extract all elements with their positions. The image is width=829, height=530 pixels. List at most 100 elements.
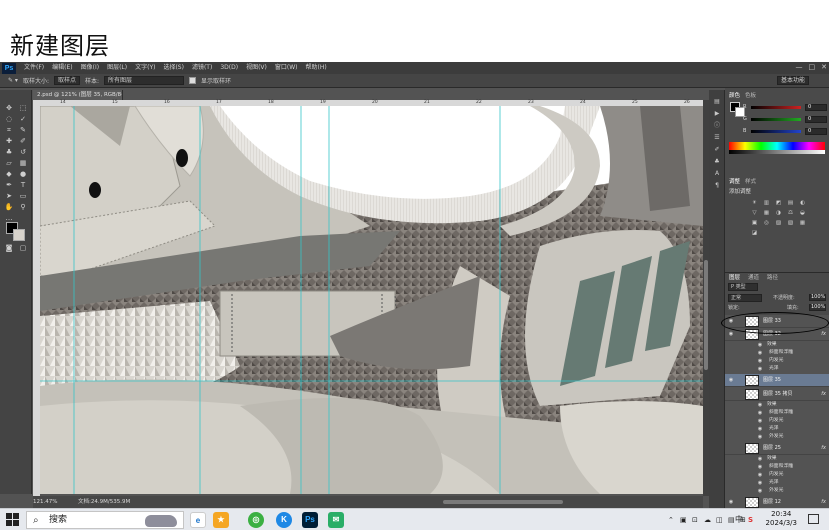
kugou-app-icon[interactable]: K	[276, 512, 292, 528]
canvas-area[interactable]	[40, 106, 703, 494]
slider-green[interactable]: G 0	[743, 116, 827, 123]
black-white-icon[interactable]: ◑	[775, 210, 782, 216]
eye-icon[interactable]: ◉	[757, 410, 763, 416]
blend-mode-select[interactable]: 正常	[728, 294, 762, 302]
menu-layer[interactable]: 图层(L)	[103, 62, 131, 74]
eye-icon[interactable]: ◉	[757, 480, 763, 486]
effect-row[interactable]: ◉ 效果	[725, 341, 829, 349]
menu-select[interactable]: 选择(S)	[159, 62, 188, 74]
history-brush-icon[interactable]: ↺	[17, 148, 29, 157]
wechat-app-icon[interactable]: ✉	[328, 512, 344, 528]
brightness-icon[interactable]: ☀	[751, 200, 758, 206]
eye-icon[interactable]: ◉	[757, 456, 763, 462]
eye-icon[interactable]: ◉	[757, 366, 763, 372]
blur-tool-icon[interactable]: ◆	[3, 170, 15, 179]
slider-blue[interactable]: B 0	[743, 128, 827, 135]
pen-tool-icon[interactable]: ✒	[3, 181, 15, 190]
vibrance-icon[interactable]: ◐	[799, 200, 806, 206]
document-tab[interactable]: 2.psd @ 121% (图层 35, RGB/8#) *	[33, 90, 123, 100]
edge-browser-icon[interactable]: e	[190, 512, 206, 528]
menu-edit[interactable]: 编辑(E)	[48, 62, 76, 74]
slider-green-bar[interactable]	[751, 118, 801, 121]
store-app-icon[interactable]: ★	[213, 512, 229, 528]
slider-red[interactable]: R 0	[743, 104, 827, 111]
slider-red-bar[interactable]	[751, 106, 801, 109]
color-balance-icon[interactable]: ▦	[763, 210, 770, 216]
screen-mode-icon[interactable]: ▢	[17, 244, 29, 253]
effect-row[interactable]: ◉ 效果	[725, 401, 829, 409]
curves-icon[interactable]: ◩	[775, 200, 782, 206]
eye-icon[interactable]: ◉	[757, 358, 763, 364]
character-panel-icon[interactable]: A	[712, 170, 722, 178]
tray-app-icon[interactable]: ▣	[680, 509, 687, 530]
heal-tool-icon[interactable]: ✚	[3, 137, 15, 146]
tab-layers[interactable]: 图层	[729, 274, 740, 283]
exposure-icon[interactable]: ▤	[787, 200, 794, 206]
effect-row[interactable]: ◉ 内发光	[725, 357, 829, 365]
menu-window[interactable]: 窗口(W)	[271, 62, 302, 74]
slider-green-value[interactable]: 0	[805, 116, 827, 123]
tab-color[interactable]: 颜色	[729, 92, 740, 101]
opacity-input[interactable]: 100%	[809, 294, 826, 301]
lasso-tool-icon[interactable]: ◌	[3, 115, 15, 124]
eye-icon[interactable]: ◉	[757, 342, 763, 348]
effect-row[interactable]: ◉ 光泽	[725, 365, 829, 373]
actions-panel-icon[interactable]: ▶	[712, 110, 722, 118]
ime-indicator[interactable]: 中	[735, 509, 743, 530]
marquee-tool-icon[interactable]: ⬚	[17, 104, 29, 113]
selective-color-icon[interactable]: ◪	[751, 230, 758, 236]
invert-icon[interactable]: ◎	[763, 220, 770, 226]
menu-3d[interactable]: 3D(D)	[216, 62, 242, 74]
effect-row[interactable]: ◉ 斜面和浮雕	[725, 349, 829, 357]
effect-row[interactable]: ◉ 外发光	[725, 433, 829, 441]
quick-select-tool-icon[interactable]: ✓	[17, 115, 29, 124]
effect-row[interactable]: ◉ 光泽	[725, 425, 829, 433]
sogou-ime-icon[interactable]: S	[748, 509, 753, 530]
posterize-icon[interactable]: ▨	[775, 220, 782, 226]
eye-icon[interactable]: ◉	[728, 377, 734, 383]
levels-icon[interactable]: ▥	[763, 200, 770, 206]
brush-tool-icon[interactable]: ✐	[17, 137, 29, 146]
gradient-map-icon[interactable]: ▦	[799, 220, 806, 226]
fx-icon[interactable]: fx	[821, 496, 826, 508]
menu-help[interactable]: 帮助(H)	[302, 62, 331, 74]
crop-tool-icon[interactable]: ⌗	[3, 126, 15, 135]
eye-icon[interactable]	[728, 391, 734, 397]
sample-size-select[interactable]: 取样点	[53, 76, 80, 85]
channel-mixer-icon[interactable]: ◒	[799, 210, 806, 216]
eyedropper-icon[interactable]: ✎ ▾	[8, 77, 18, 84]
zoom-tool-icon[interactable]: ⚲	[17, 203, 29, 212]
hand-tool-icon[interactable]: ✋	[3, 203, 15, 212]
fx-icon[interactable]: fx	[821, 388, 826, 401]
notification-icon[interactable]	[808, 514, 819, 524]
hue-icon[interactable]: ▽	[751, 210, 758, 216]
volume-icon[interactable]: ▤	[728, 509, 735, 530]
slider-blue-value[interactable]: 0	[805, 128, 827, 135]
fx-icon[interactable]: fx	[821, 442, 826, 455]
tab-adjustments[interactable]: 调整	[729, 178, 740, 187]
stamp-tool-icon[interactable]: ♣	[3, 148, 15, 157]
horizontal-scroll-thumb[interactable]	[443, 500, 563, 504]
history-panel-icon[interactable]: ▤	[712, 98, 722, 106]
color-spectrum[interactable]	[729, 142, 825, 150]
effect-row[interactable]: ◉ 斜面和浮雕	[725, 409, 829, 417]
grayscale-ramp[interactable]	[729, 150, 825, 154]
effect-row[interactable]: ◉ 斜面和浮雕	[725, 463, 829, 471]
gradient-tool-icon[interactable]: ▦	[17, 159, 29, 168]
path-select-icon[interactable]: ➤	[3, 192, 15, 201]
layer-row[interactable]: 图层 35 拷贝 fx	[725, 388, 829, 401]
threshold-icon[interactable]: ▧	[787, 220, 794, 226]
sample-select[interactable]: 所有图层	[104, 76, 185, 85]
tab-swatches[interactable]: 色板	[745, 92, 756, 101]
windows-start-icon[interactable]	[6, 513, 20, 527]
menu-type[interactable]: 文字(Y)	[131, 62, 159, 74]
tray-chevron-icon[interactable]: ⌃	[668, 509, 674, 530]
effect-row[interactable]: ◉ 内发光	[725, 471, 829, 479]
dodge-tool-icon[interactable]: ●	[17, 170, 29, 179]
eye-icon[interactable]: ◉	[728, 331, 734, 337]
tray-app-icon-2[interactable]: ⊡	[692, 509, 698, 530]
tab-channels[interactable]: 通道	[748, 274, 759, 283]
eyedropper-tool-icon[interactable]: ✎	[17, 126, 29, 135]
menu-view[interactable]: 视图(V)	[242, 62, 271, 74]
layer-row[interactable]: ◉ 图层 12 fx	[725, 496, 829, 508]
